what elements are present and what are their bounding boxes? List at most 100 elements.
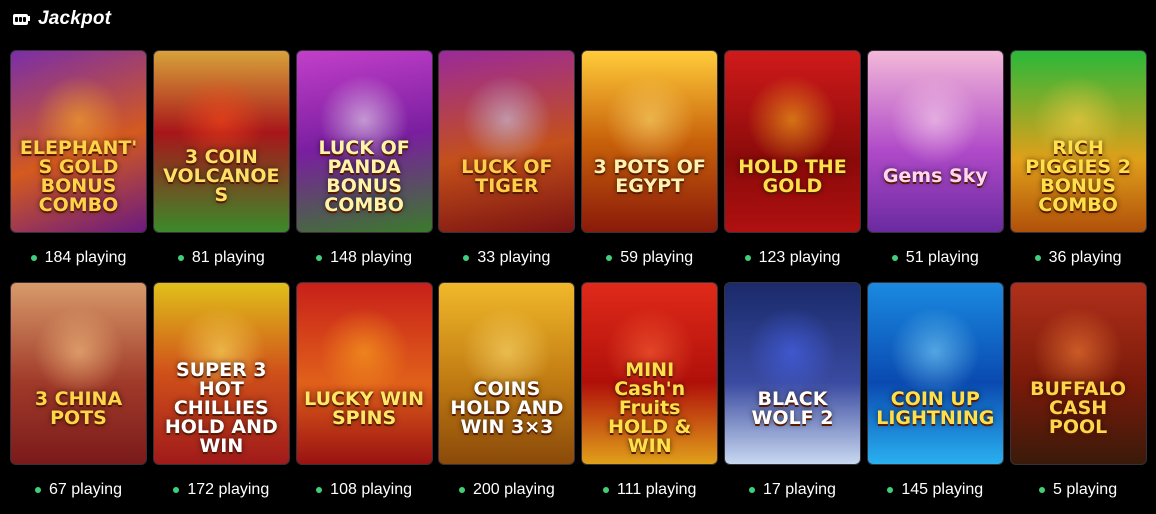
game-title: ELEPHANT'S GOLD BONUS COMBO (19, 136, 138, 216)
players-count: 148 playing (316, 249, 412, 267)
game-title: BUFFALO CASH POOL (1030, 378, 1127, 438)
game-art-glow (747, 306, 838, 397)
online-dot-icon (316, 255, 323, 261)
section-title: Jackpot (38, 8, 112, 29)
game-thumbnail[interactable]: COIN UP LIGHTNING (866, 282, 1004, 465)
game-thumbnail[interactable]: LUCK OF PANDA BONUS COMBO (295, 50, 433, 233)
game-thumbnail[interactable]: ELEPHANT'S GOLD BONUS COMBO (10, 50, 147, 233)
game-thumbnail[interactable]: LUCKY WIN SPINS (295, 282, 433, 465)
game-card[interactable]: ELEPHANT'S GOLD BONUS COMBO 184 playing (10, 50, 147, 282)
game-thumbnail[interactable]: SUPER 3 HOT CHILLIES HOLD AND WIN (152, 282, 290, 465)
game-thumbnail[interactable]: RICH PIGGIES 2 BONUS COMBO (1009, 50, 1147, 233)
game-card[interactable]: BLACK WOLF 2 17 playing (723, 282, 861, 514)
players-count: 123 playing (744, 249, 840, 267)
game-art-glow (890, 306, 981, 397)
game-title: Gems Sky (882, 165, 988, 187)
online-dot-icon (891, 255, 898, 261)
players-count-label: 145 playing (901, 481, 984, 498)
players-count-label: 200 playing (472, 481, 555, 498)
online-dot-icon (1039, 487, 1046, 493)
game-card[interactable]: LUCK OF TIGER 33 playing (438, 50, 576, 282)
online-dot-icon (35, 487, 42, 493)
online-dot-icon (1034, 255, 1041, 261)
players-count-label: 5 playing (1053, 481, 1118, 498)
players-count: 111 playing (602, 481, 697, 499)
game-card[interactable]: LUCK OF PANDA BONUS COMBO 148 playing (295, 50, 433, 282)
game-card[interactable]: 3 POTS OF EGYPT 59 playing (581, 50, 719, 282)
players-count: 36 playing (1034, 249, 1122, 267)
players-count-label: 33 playing (477, 249, 551, 266)
players-count: 5 playing (1039, 481, 1117, 499)
game-card[interactable]: COINS HOLD AND WIN 3×3 200 playing (438, 282, 576, 514)
game-title: BLACK WOLF 2 (751, 387, 834, 429)
game-thumbnail[interactable]: BLACK WOLF 2 (723, 282, 861, 465)
game-title: LUCKY WIN SPINS (304, 387, 424, 429)
game-card[interactable]: HOLD THE GOLD 123 playing (723, 50, 861, 282)
game-card[interactable]: MINI Cash'n Fruits HOLD & WIN 111 playing (581, 282, 719, 514)
game-thumbnail[interactable]: MINI Cash'n Fruits HOLD & WIN (581, 282, 719, 465)
online-dot-icon (602, 487, 609, 493)
game-grid: ELEPHANT'S GOLD BONUS COMBO 184 playing 3 … (10, 50, 1147, 514)
players-count-label: 184 playing (44, 249, 127, 266)
players-count: 59 playing (606, 249, 693, 267)
online-dot-icon (606, 255, 613, 261)
game-art-glow (33, 306, 124, 397)
game-thumbnail[interactable]: BUFFALO CASH POOL (1009, 282, 1147, 465)
players-count: 81 playing (177, 249, 265, 267)
game-thumbnail[interactable]: HOLD THE GOLD (723, 50, 861, 233)
game-title: MINI Cash'n Fruits HOLD & WIN (608, 359, 692, 457)
game-card[interactable]: 3 COIN VOLCANOES 81 playing (152, 50, 290, 282)
players-count: 67 playing (35, 481, 122, 499)
players-count: 33 playing (463, 249, 550, 267)
game-title: HOLD THE GOLD (738, 155, 847, 197)
players-count-label: 148 playing (330, 249, 413, 266)
game-art-glow (604, 74, 695, 165)
players-count: 108 playing (316, 481, 412, 499)
game-thumbnail[interactable]: LUCK OF TIGER (438, 50, 576, 233)
players-count-label: 108 playing (330, 481, 413, 498)
game-title: LUCK OF TIGER (461, 155, 553, 197)
game-art-glow (319, 306, 410, 397)
game-thumbnail[interactable]: 3 POTS OF EGYPT (581, 50, 719, 233)
game-title: COINS HOLD AND WIN 3×3 (450, 378, 564, 438)
players-count-label: 67 playing (49, 481, 122, 498)
game-thumbnail[interactable]: Gems Sky (866, 50, 1004, 233)
game-title: 3 COIN VOLCANOES (163, 146, 280, 206)
game-title: COIN UP LIGHTNING (876, 387, 995, 429)
section-header: Jackpot (12, 6, 111, 32)
game-thumbnail[interactable]: 3 CHINA POTS (10, 282, 147, 465)
players-count-label: 172 playing (187, 481, 270, 498)
game-card[interactable]: Gems Sky 51 playing (866, 50, 1004, 282)
game-card[interactable]: SUPER 3 HOT CHILLIES HOLD AND WIN 172 pla… (152, 282, 290, 514)
game-art-glow (890, 74, 981, 165)
players-count: 51 playing (891, 249, 979, 267)
game-card[interactable]: RICH PIGGIES 2 BONUS COMBO 36 playing (1009, 50, 1147, 282)
game-thumbnail[interactable]: 3 COIN VOLCANOES (152, 50, 290, 233)
game-title: RICH PIGGIES 2 BONUS COMBO (1025, 136, 1131, 216)
slot-machine-icon (12, 12, 30, 26)
online-dot-icon (887, 487, 894, 493)
players-count-label: 51 playing (905, 249, 979, 266)
game-thumbnail[interactable]: COINS HOLD AND WIN 3×3 (438, 282, 576, 465)
game-card[interactable]: 3 CHINA POTS 67 playing (10, 282, 147, 514)
online-dot-icon (458, 487, 465, 493)
online-dot-icon (749, 487, 755, 493)
game-title: SUPER 3 HOT CHILLIES HOLD AND WIN (164, 359, 278, 457)
online-dot-icon (173, 487, 180, 493)
game-art-glow (747, 74, 838, 165)
players-count-label: 36 playing (1048, 249, 1122, 266)
online-dot-icon (316, 487, 323, 493)
game-card[interactable]: LUCKY WIN SPINS 108 playing (295, 282, 433, 514)
online-dot-icon (177, 255, 184, 261)
game-art-glow (461, 74, 552, 165)
players-count: 17 playing (749, 481, 836, 499)
players-count: 172 playing (173, 481, 269, 499)
online-dot-icon (744, 255, 751, 261)
game-card[interactable]: BUFFALO CASH POOL 5 playing (1009, 282, 1147, 514)
players-count-label: 111 playing (616, 481, 697, 498)
game-card[interactable]: COIN UP LIGHTNING 145 playing (866, 282, 1004, 514)
players-count-label: 81 playing (191, 249, 265, 266)
game-title: 3 POTS OF EGYPT (593, 155, 706, 197)
online-dot-icon (30, 255, 37, 261)
players-count-label: 59 playing (620, 249, 694, 266)
